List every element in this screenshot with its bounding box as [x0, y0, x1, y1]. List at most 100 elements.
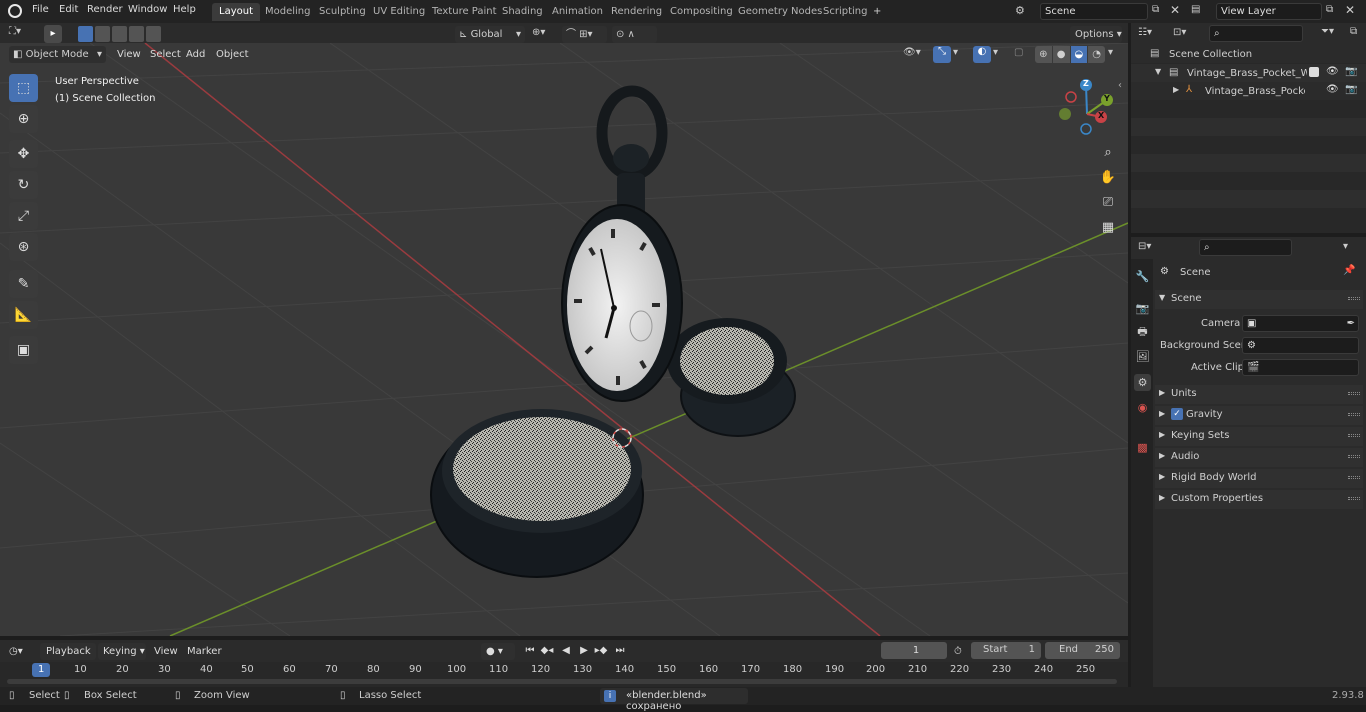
3d-viewport[interactable]: User Perspective (1) Scene Collection Z … — [0, 43, 1128, 636]
drag-handle-icon[interactable] — [1348, 434, 1360, 437]
annotate-tool-icon[interactable]: ✎ — [9, 270, 38, 298]
gravity-checkbox[interactable]: ✓ — [1171, 408, 1183, 420]
texture-tab-icon[interactable]: ▩ — [1134, 439, 1151, 456]
outliner-editor-icon[interactable]: ☷▾ — [1138, 27, 1152, 38]
chevron-down-icon[interactable]: ▾ — [1108, 47, 1113, 58]
outliner-row[interactable]: ▶ ⅄ Vintage_Brass_Pocket_W 👁 📷 — [1131, 82, 1366, 100]
add-workspace-button[interactable]: + — [866, 3, 888, 21]
chevron-down-icon[interactable]: ▾ — [993, 47, 998, 58]
view-layer-field[interactable]: View Layer — [1216, 3, 1322, 20]
proportional-edit-toggle[interactable]: ⊙ ∧ — [612, 26, 657, 43]
select-intersect-icon[interactable] — [146, 26, 161, 42]
eye-icon[interactable]: 👁 — [1326, 66, 1339, 77]
view-layer-icon[interactable]: ▤ — [1191, 4, 1200, 15]
playback-menu[interactable]: Playback ▾ — [40, 643, 96, 674]
outliner-search-input[interactable]: ⌕ — [1209, 25, 1303, 42]
wireframe-shading-icon[interactable]: ⊕ — [1035, 46, 1052, 63]
gizmo-toggle-icon[interactable]: ⤡ — [933, 46, 951, 63]
jump-end-icon[interactable]: ⏭ — [612, 643, 628, 659]
solid-shading-icon[interactable]: ● — [1052, 46, 1070, 63]
pan-hand-icon[interactable]: ✋ — [1097, 166, 1119, 188]
scale-tool-icon[interactable]: ⤢ — [9, 202, 38, 230]
overlay-toggle-icon[interactable]: ◐ — [973, 46, 991, 63]
checkbox-icon[interactable] — [1309, 67, 1319, 77]
select-subtract-icon[interactable] — [112, 26, 127, 42]
properties-search-input[interactable]: ⌕ — [1199, 239, 1292, 256]
start-frame-field[interactable]: Start 1 — [971, 642, 1041, 659]
drag-handle-icon[interactable] — [1348, 392, 1360, 395]
outliner-row[interactable]: ▤ Scene Collection — [1131, 45, 1366, 63]
timeline-editor-icon[interactable]: ◷▾ — [9, 643, 23, 660]
camera-view-icon[interactable]: ⎚ — [1097, 191, 1119, 213]
play-icon[interactable]: ▶ — [576, 643, 592, 659]
jump-keyframe-back-icon[interactable]: ◆◂ — [539, 643, 555, 659]
scene-icon[interactable]: ⚙ — [1015, 4, 1025, 17]
jump-start-icon[interactable]: ⏮ — [522, 643, 538, 659]
menu-add[interactable]: Add — [182, 46, 209, 63]
select-invert-icon[interactable] — [129, 26, 144, 42]
pivot-point-icon[interactable]: ⊕▾ — [532, 27, 545, 38]
current-frame-field[interactable]: 1 — [881, 642, 947, 659]
menu-help[interactable]: Help — [173, 4, 196, 15]
tab-geometry-nodes[interactable]: Geometry Nodes — [731, 3, 829, 21]
keying-sets-panel-header[interactable]: ▶ Keying Sets — [1155, 427, 1363, 446]
output-tab-icon[interactable]: 🖶 — [1134, 324, 1151, 341]
eye-icon[interactable]: 👁 — [1326, 84, 1339, 95]
tab-rendering[interactable]: Rendering — [604, 3, 669, 21]
scene-name-field[interactable]: Scene — [1040, 3, 1148, 20]
gravity-panel-header[interactable]: ▶ ✓ Gravity — [1155, 406, 1363, 425]
transform-tool-icon[interactable]: ⊛ — [9, 233, 38, 261]
timeline-marker-menu[interactable]: Marker — [187, 643, 222, 660]
audio-panel-header[interactable]: ▶ Audio — [1155, 448, 1363, 467]
transform-orientation-dropdown[interactable]: ⊾ Global ▾ — [455, 26, 525, 43]
record-button[interactable]: ● ▾ — [481, 643, 515, 660]
timeline-view-menu[interactable]: View — [154, 643, 178, 660]
camera-field[interactable]: ▣ ✒ — [1242, 315, 1359, 332]
new-view-layer-icon[interactable]: ⧉ — [1326, 4, 1333, 15]
scene-tab-icon[interactable]: ⚙ — [1134, 374, 1151, 391]
perspective-grid-icon[interactable]: ▦ — [1097, 216, 1119, 238]
tab-shading[interactable]: Shading — [495, 3, 550, 21]
menu-file[interactable]: File — [32, 4, 49, 15]
drag-handle-icon[interactable] — [1348, 497, 1360, 500]
expand-icon[interactable]: ▶ — [1173, 85, 1179, 94]
menu-render[interactable]: Render — [87, 4, 123, 15]
keying-menu[interactable]: Keying ▾ — [98, 643, 146, 660]
drag-handle-icon[interactable] — [1348, 455, 1360, 458]
drag-handle-icon[interactable] — [1348, 476, 1360, 479]
menu-edit[interactable]: Edit — [59, 4, 78, 15]
timeline-scrollbar[interactable] — [7, 679, 1117, 684]
delete-scene-icon[interactable]: ✕ — [1170, 3, 1180, 17]
pin-icon[interactable]: 📌 — [1343, 265, 1355, 276]
view-layer-tab-icon[interactable]: 🖼 — [1134, 348, 1151, 365]
world-tab-icon[interactable]: ◉ — [1134, 399, 1151, 416]
mode-dropdown[interactable]: ◧ Object Mode ▾ — [9, 46, 106, 63]
rigid-body-world-panel-header[interactable]: ▶ Rigid Body World — [1155, 469, 1363, 488]
drag-handle-icon[interactable] — [1348, 297, 1360, 300]
active-clip-field[interactable]: 🎬 — [1242, 359, 1359, 376]
tab-texture-paint[interactable]: Texture Paint — [425, 3, 504, 21]
new-scene-icon[interactable]: ⧉ — [1152, 4, 1159, 15]
camera-icon[interactable]: 📷 — [1345, 84, 1357, 95]
render-tab-icon[interactable]: 📷 — [1134, 300, 1151, 317]
cursor-tool-icon[interactable]: ⊕ — [9, 105, 38, 133]
stopwatch-icon[interactable]: ⏱ — [954, 643, 962, 660]
chevron-down-icon[interactable]: ▾ — [1343, 241, 1348, 252]
select-box-tool-icon[interactable]: ⬚ — [9, 74, 38, 102]
menu-select[interactable]: Select — [146, 46, 185, 63]
select-tool-icon[interactable]: ▸ — [44, 25, 62, 43]
play-reverse-icon[interactable]: ◀ — [558, 643, 574, 659]
select-extend-icon[interactable] — [95, 26, 110, 42]
filter-icon[interactable]: ⏷▾ — [1321, 26, 1334, 37]
rotate-tool-icon[interactable]: ↻ — [9, 171, 38, 199]
menu-window[interactable]: Window — [128, 4, 167, 15]
scene-panel-header[interactable]: ▼ Scene — [1155, 290, 1363, 309]
new-collection-icon[interactable]: ⧉ — [1350, 26, 1357, 37]
sidebar-toggle-icon[interactable]: ‹ — [1118, 80, 1122, 91]
select-new-icon[interactable] — [78, 26, 93, 42]
tab-compositing[interactable]: Compositing — [663, 3, 740, 21]
xray-toggle-icon[interactable]: ▢ — [1014, 47, 1023, 58]
tab-sculpting[interactable]: Sculpting — [312, 3, 373, 21]
menu-object[interactable]: Object — [212, 46, 253, 63]
snap-toggle[interactable]: ⌒ ⊞▾ — [562, 26, 607, 43]
